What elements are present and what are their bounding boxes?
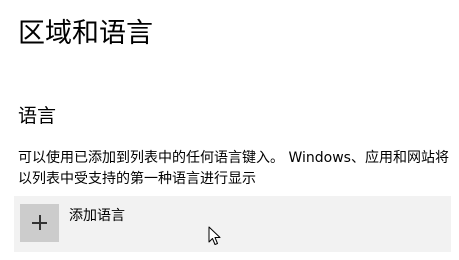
- plus-icon: [20, 204, 59, 242]
- add-language-label: 添加语言: [69, 208, 125, 224]
- language-section-heading: 语言: [18, 105, 57, 127]
- language-description: 可以使用已添加到列表中的任何语言键入。 Windows、应用和网站将以列表中受支…: [18, 150, 449, 187]
- add-language-button[interactable]: 添加语言: [14, 196, 451, 252]
- mouse-cursor-icon: [208, 226, 221, 245]
- page-title: 区域和语言: [18, 18, 153, 49]
